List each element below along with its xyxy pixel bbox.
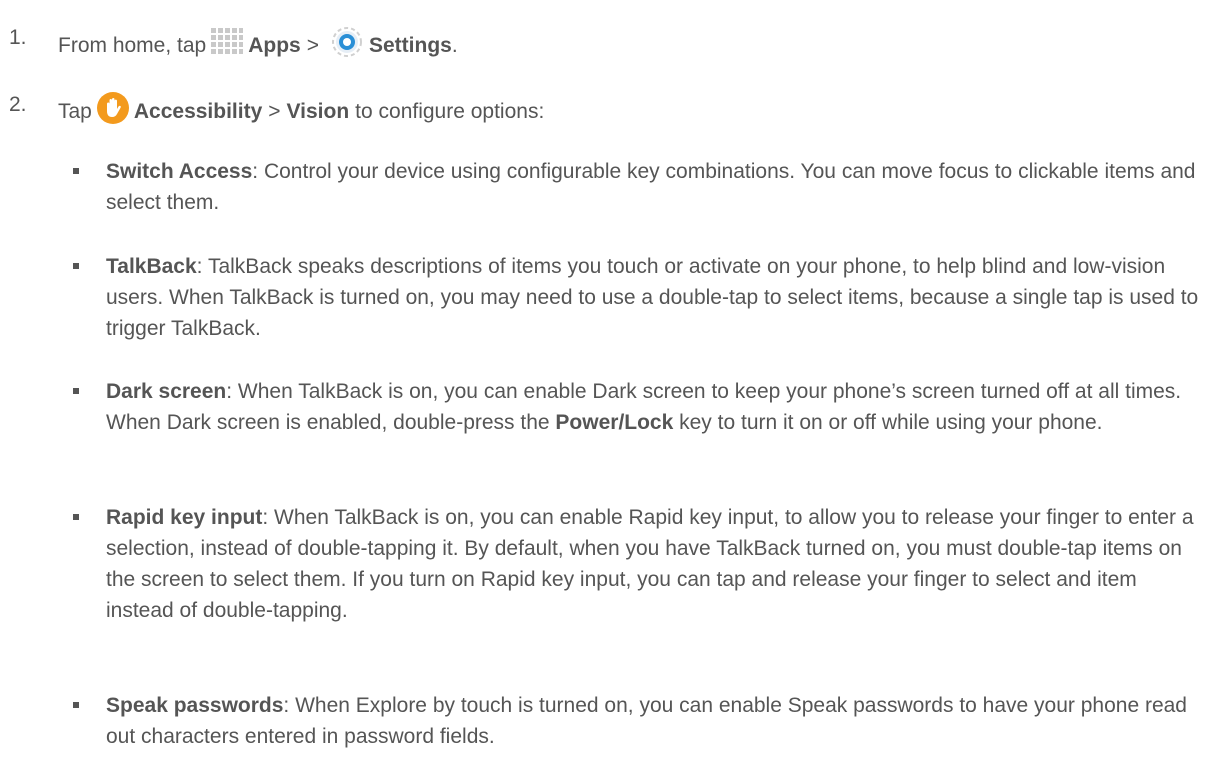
option-term: TalkBack xyxy=(106,255,197,278)
vision-label: Vision xyxy=(286,100,350,123)
list-item-text: Speak passwords: When Explore by touch i… xyxy=(106,690,1206,752)
bullet-marker xyxy=(73,168,79,174)
list-item-text: Dark screen: When TalkBack is on, you ca… xyxy=(106,376,1206,438)
step-suffix: . xyxy=(451,34,458,57)
settings-gear-icon xyxy=(329,24,365,68)
settings-label: Settings xyxy=(369,34,452,57)
separator: > xyxy=(306,34,319,57)
bullet-marker xyxy=(73,263,79,269)
bullet-marker xyxy=(73,514,79,520)
option-description: : TalkBack speaks descriptions of items … xyxy=(106,255,1199,340)
accessibility-label: Accessibility xyxy=(133,100,263,123)
option-term: Rapid key input xyxy=(106,506,263,529)
step-number: 1. xyxy=(9,26,27,49)
option-term: Switch Access xyxy=(106,160,253,183)
step-number: 2. xyxy=(9,93,27,116)
apps-grid-icon xyxy=(210,27,244,65)
list-item-text: Rapid key input: When TalkBack is on, yo… xyxy=(106,502,1206,626)
step-suffix: to configure options: xyxy=(355,100,545,123)
option-description: : Control your device using configurable… xyxy=(106,160,1196,214)
step-prefix: Tap xyxy=(58,100,92,123)
step-prefix: From home, tap xyxy=(58,34,207,57)
power-lock-key-label: Power/Lock xyxy=(555,411,674,434)
option-description-end: key to turn it on or off while using you… xyxy=(673,411,1103,434)
option-term: Speak passwords xyxy=(106,694,284,717)
list-item-text: Switch Access: Control your device using… xyxy=(106,156,1206,218)
list-item-text: TalkBack: TalkBack speaks descriptions o… xyxy=(106,251,1206,344)
accessibility-hand-icon xyxy=(96,91,130,133)
apps-label: Apps xyxy=(248,34,301,57)
step-text: Tap Accessibility > Vision to configure … xyxy=(58,91,544,133)
bullet-marker xyxy=(73,388,79,394)
step-text: From home, tap Apps > Settings . xyxy=(58,24,458,68)
option-term: Dark screen xyxy=(106,380,227,403)
bullet-marker xyxy=(73,702,79,708)
option-description: : When TalkBack is on, you can enable Ra… xyxy=(106,506,1194,622)
separator: > xyxy=(268,100,281,123)
